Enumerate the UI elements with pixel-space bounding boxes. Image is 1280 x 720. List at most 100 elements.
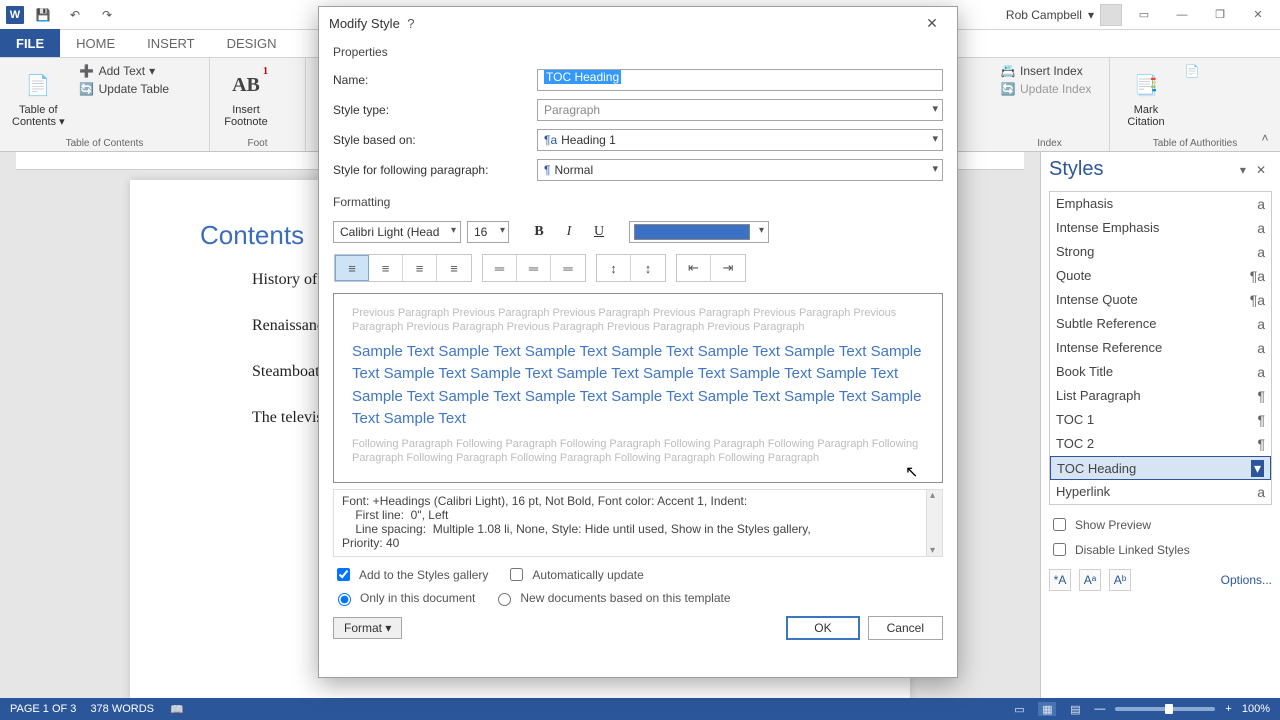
template-radio[interactable]: New documents based on this template (493, 590, 730, 606)
space-before-button[interactable]: ↕ (597, 255, 631, 281)
styles-list[interactable]: EmphasisaIntense EmphasisaStrongaQuote¶a… (1049, 191, 1272, 505)
style-row-book-title[interactable]: Book Titlea (1050, 360, 1271, 384)
style-row-list-paragraph[interactable]: List Paragraph¶ (1050, 384, 1271, 408)
style-row-toc-heading[interactable]: TOC Heading▾ (1050, 456, 1271, 480)
modify-style-dialog: Modify Style ? ✕ Properties Name: TOC He… (318, 6, 958, 678)
add-gallery-checkbox[interactable]: Add to the Styles gallery (333, 565, 488, 584)
style-row-intense-quote[interactable]: Intense Quote¶a (1050, 288, 1271, 312)
style-row-subtle-reference[interactable]: Subtle Referencea (1050, 312, 1271, 336)
group-label-toc: Table of Contents (8, 136, 201, 149)
ribbon-options-icon[interactable]: ▭ (1128, 4, 1160, 26)
space-after-button[interactable]: ↕ (631, 255, 665, 281)
pane-options-icon[interactable]: ▾ (1236, 161, 1250, 179)
zoom-in-button[interactable]: + (1225, 703, 1231, 715)
formatting-heading: Formatting (333, 195, 943, 209)
spacing-15-button[interactable]: ═ (517, 255, 551, 281)
style-row-toc-1[interactable]: TOC 1¶ (1050, 408, 1271, 432)
word-count[interactable]: 378 WORDS (90, 703, 154, 715)
preview-box: Previous Paragraph Previous Paragraph Pr… (333, 293, 943, 483)
minimize-icon[interactable]: — (1166, 4, 1198, 26)
manage-styles-icon[interactable]: Aᵇ (1109, 569, 1131, 591)
only-document-radio[interactable]: Only in this document (333, 590, 475, 606)
format-button[interactable]: Format ▾ (333, 617, 402, 639)
style-row-intense-emphasis[interactable]: Intense Emphasisa (1050, 216, 1271, 240)
paragraph-icon: ¶a (544, 133, 557, 147)
following-label: Style for following paragraph: (333, 163, 531, 177)
auto-update-checkbox[interactable]: Automatically update (506, 565, 643, 584)
style-row-hyperlink[interactable]: Hyperlinka (1050, 480, 1271, 504)
tab-design[interactable]: DESIGN (211, 29, 293, 57)
styles-options-link[interactable]: Options... (1221, 573, 1272, 587)
style-row-intense-reference[interactable]: Intense Referencea (1050, 336, 1271, 360)
status-bar: PAGE 1 OF 3 378 WORDS 📖 ▭ ▦ ▤ — + 100% (0, 698, 1280, 720)
close-icon[interactable]: ✕ (917, 11, 947, 35)
page-indicator[interactable]: PAGE 1 OF 3 (10, 703, 76, 715)
zoom-slider[interactable] (1115, 707, 1215, 711)
mark-citation-button[interactable]: 📑 MarkCitation (1118, 62, 1174, 136)
indent-increase-button[interactable]: ⇥ (711, 255, 745, 281)
insert-toa-button[interactable]: 📄 (1182, 62, 1202, 80)
color-swatch (634, 224, 750, 240)
style-row-toc-2[interactable]: TOC 2¶ (1050, 432, 1271, 456)
show-preview-checkbox[interactable]: Show Preview (1049, 515, 1272, 534)
zoom-level[interactable]: 100% (1242, 703, 1270, 715)
pane-close-icon[interactable]: ✕ (1250, 161, 1272, 179)
print-layout-icon[interactable]: ▦ (1038, 702, 1056, 716)
based-on-select[interactable]: ¶aHeading 1 (537, 129, 943, 151)
tab-file[interactable]: FILE (0, 29, 60, 57)
insert-index-button[interactable]: 📇Insert Index (998, 62, 1093, 80)
spell-check-icon[interactable]: 📖 (168, 702, 186, 716)
style-inspector-icon[interactable]: Aᵃ (1079, 569, 1101, 591)
styles-pane: Styles ▾ ✕ EmphasisaIntense EmphasisaStr… (1040, 152, 1280, 698)
style-row-strong[interactable]: Stronga (1050, 240, 1271, 264)
preview-following-text: Following Paragraph Following Paragraph … (352, 437, 924, 466)
spacing-2-button[interactable]: ═ (551, 255, 585, 281)
based-on-label: Style based on: (333, 133, 531, 147)
add-text-button[interactable]: ➕Add Text ▾ (77, 62, 172, 80)
tab-home[interactable]: HOME (60, 29, 131, 57)
italic-button[interactable]: I (557, 221, 581, 243)
update-table-icon: 🔄 (79, 81, 95, 97)
description-scrollbar[interactable] (926, 490, 942, 556)
help-icon[interactable]: ? (400, 11, 422, 35)
bold-button[interactable]: B (527, 221, 551, 243)
disable-linked-checkbox[interactable]: Disable Linked Styles (1049, 540, 1272, 559)
user-name: Rob Campbell (1006, 8, 1082, 22)
spacing-1-button[interactable]: ═ (483, 255, 517, 281)
redo-icon[interactable]: ↷ (94, 2, 120, 28)
align-center-button[interactable]: ≡ (369, 255, 403, 281)
name-input[interactable]: TOC Heading (537, 69, 943, 91)
align-right-button[interactable]: ≡ (403, 255, 437, 281)
font-color-select[interactable] (629, 221, 769, 243)
underline-button[interactable]: U (587, 221, 611, 243)
following-select[interactable]: ¶Normal (537, 159, 943, 181)
style-type-select[interactable]: Paragraph (537, 99, 943, 121)
font-size-select[interactable]: 16 (467, 221, 509, 243)
zoom-out-button[interactable]: — (1094, 703, 1105, 715)
align-justify-button[interactable]: ≡ (437, 255, 471, 281)
style-row-quote[interactable]: Quote¶a (1050, 264, 1271, 288)
indent-decrease-button[interactable]: ⇤ (677, 255, 711, 281)
table-of-contents-button[interactable]: 📄 Table ofContents ▾ (8, 62, 69, 136)
ok-button[interactable]: OK (786, 616, 859, 640)
close-icon[interactable]: ✕ (1242, 4, 1274, 26)
restore-icon[interactable]: ❐ (1204, 4, 1236, 26)
name-label: Name: (333, 73, 531, 87)
align-left-button[interactable]: ≡ (335, 255, 369, 281)
citation-icon: 📑 (1130, 70, 1162, 102)
tab-insert[interactable]: INSERT (131, 29, 210, 57)
cancel-button[interactable]: Cancel (868, 616, 943, 640)
web-layout-icon[interactable]: ▤ (1066, 702, 1084, 716)
user-menu[interactable]: Rob Campbell ▾ (1006, 4, 1122, 26)
style-row-emphasis[interactable]: Emphasisa (1050, 192, 1271, 216)
new-style-icon[interactable]: *A (1049, 569, 1071, 591)
collapse-ribbon-icon[interactable]: ˄ (1256, 129, 1274, 147)
undo-icon[interactable]: ↶ (62, 2, 88, 28)
read-mode-icon[interactable]: ▭ (1010, 702, 1028, 716)
save-icon[interactable]: 💾 (30, 2, 56, 28)
update-table-button[interactable]: 🔄Update Table (77, 80, 172, 98)
insert-footnote-button[interactable]: AB1 InsertFootnote (218, 62, 274, 136)
chevron-down-icon: ▾ (1088, 8, 1094, 22)
font-name-select[interactable]: Calibri Light (Head (333, 221, 461, 243)
avatar (1100, 4, 1122, 26)
